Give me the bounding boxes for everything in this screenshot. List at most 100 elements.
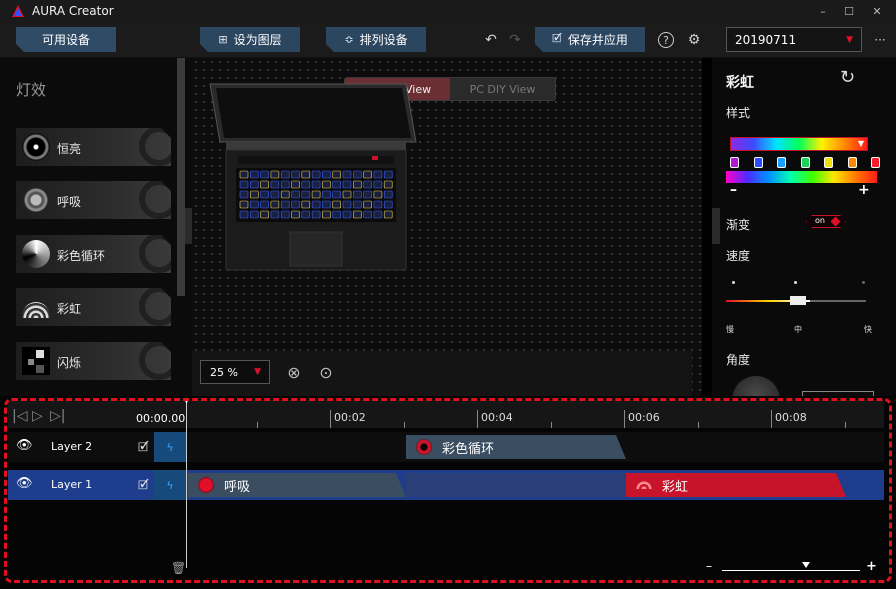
speed-mid-label: 中 [794,325,802,334]
color-style-select[interactable]: ▼ [730,137,868,151]
timeline-panel: |◁ ▷ ▷| 00:00.00 00:02 00:04 00:06 00:08 👁 … [0,396,896,589]
flash-icon [22,347,50,375]
color-stop-handle[interactable] [777,157,786,168]
save-apply-button[interactable]: 🗹 保存并应用 [535,27,645,52]
color-stop-handle[interactable] [824,157,833,168]
reset-icon[interactable]: ↻ [840,67,855,88]
color-stop-handle[interactable] [753,157,763,168]
gradient-toggle[interactable]: on [806,215,846,228]
fit-view-icon[interactable]: ⊗ [282,360,306,384]
available-devices-label: 可用设备 [41,33,90,47]
ruler-minor-tick [550,422,552,428]
visibility-eye-icon[interactable]: 👁 [16,439,34,452]
timeline-zoom-out[interactable]: – [706,559,712,573]
more-icon[interactable]: ··· [870,30,890,50]
color-stops [722,157,882,171]
chevron-down-icon: ▼ [857,139,864,148]
gradient-label: 渐变 [726,218,751,232]
ruler-minor-tick [844,422,846,428]
effect-title: 彩虹 [726,75,754,91]
clip-breathing[interactable]: 呼吸 [188,473,406,497]
close-button[interactable]: ✕ [862,0,892,22]
ruler-minor-tick [697,422,699,428]
rainbow-gradient-bar[interactable] [726,171,877,183]
color-stop-handle[interactable] [847,157,857,168]
skip-end-icon[interactable]: ▷| [50,408,65,424]
color-stop-handle[interactable] [730,157,739,168]
current-time: 00:00.00 [136,412,186,425]
right-collapse-handle[interactable] [712,208,720,244]
profile-select[interactable]: 20190711 ▼ [726,27,862,52]
effect-card-breathing[interactable]: 呼吸 [16,181,171,219]
laptop-illustration[interactable] [206,80,422,272]
angle-dial[interactable] [732,376,780,396]
save-apply-label: 保存并应用 [567,33,628,47]
color-cycle-icon [22,240,50,268]
effect-card-static[interactable]: 恒亮 [16,128,171,166]
layer-name: Layer 2 [51,440,93,453]
app-title: AURA Creator [32,4,114,18]
effects-scrollbar[interactable] [177,58,185,296]
layer-name: Layer 1 [51,478,93,491]
layer-row-layer-2[interactable]: 👁 Layer 2 🗹 ϟ 彩色循环 [8,432,884,462]
effect-card-color-cycle[interactable]: 彩色循环 [16,235,171,273]
card-decoration [139,286,179,326]
clip-color-cycle[interactable]: 彩色循环 [406,435,626,459]
speed-fast-label: 快 [864,325,872,334]
speed-slider-thumb[interactable] [790,296,806,305]
redo-icon[interactable]: ↷ [505,30,525,50]
bolt-icon[interactable]: ϟ [154,470,186,500]
layer-row-layer-1[interactable]: 👁 Layer 1 🗹 ϟ 呼吸 彩虹 [8,470,884,500]
static-icon [22,133,50,161]
effect-card-rainbow[interactable]: 彩虹 [16,288,171,326]
arrange-devices-button[interactable]: ≎ 排列设备 [326,27,426,52]
ruler-label: 00:08 [775,411,807,424]
card-decoration [139,233,179,273]
toggle-knob [831,217,841,227]
remove-stop-button[interactable]: – [730,182,737,198]
ruler-minor-tick [256,422,258,428]
timeline-zoom-slider[interactable] [722,570,860,571]
ruler-label: 00:06 [628,411,660,424]
effects-heading: 灯效 [16,81,47,99]
playhead[interactable] [186,398,187,568]
tab-pc-diy-view[interactable]: PC DIY View [450,78,555,100]
available-devices-button[interactable]: 可用设备 [16,27,116,52]
edit-icon[interactable]: 🗹 [138,476,149,497]
undo-icon[interactable]: ↶ [481,30,501,50]
breathing-icon [22,186,50,214]
color-stop-handle[interactable] [800,157,810,168]
play-icon[interactable]: ▷ [32,408,43,424]
card-decoration [139,179,179,219]
edit-icon[interactable]: 🗹 [138,438,149,459]
set-as-layer-label: 设为图层 [233,33,282,47]
style-label: 样式 [726,106,751,120]
effect-card-flash[interactable]: 闪烁 [16,342,171,380]
speed-dot [794,281,797,284]
zoom-value: 25 % [210,365,238,379]
set-as-layer-button[interactable]: ⊞ 设为图层 [200,27,300,52]
speed-slow-label: 慢 [726,325,734,334]
add-stop-button[interactable]: + [858,182,870,198]
clip-label: 彩色循环 [442,441,495,457]
visibility-eye-icon[interactable]: 👁 [16,477,34,490]
clip-rainbow[interactable]: 彩虹 [626,473,846,497]
timeline-zoom-thumb[interactable] [802,562,810,568]
locate-icon[interactable]: ⊙ [314,360,338,384]
timeline-zoom-in[interactable]: + [866,559,877,574]
canvas-toolbar: 25 % ▼ ⊗ ⊙ [192,351,692,396]
ruler-minor-tick [403,422,405,428]
maximize-button[interactable]: ☐ [834,0,864,22]
skip-start-icon[interactable]: |◁ [12,408,27,424]
device-canvas[interactable]: Device View PC DIY View 25 % ▼ ⊗ ⊙ [192,58,702,396]
trash-icon[interactable]: 🗑 [171,561,186,575]
speed-dot [732,281,735,284]
help-icon[interactable]: ? [658,32,674,48]
bolt-icon[interactable]: ϟ [154,432,186,462]
zoom-select[interactable]: 25 % ▼ [200,360,270,384]
toolbar: 可用设备 ⊞ 设为图层 ≎ 排列设备 ↶ ↷ 🗹 保存并应用 ? ⚙ 20190… [0,22,896,58]
settings-icon[interactable]: ⚙ [684,30,704,50]
rainbow-icon [636,481,652,489]
effect-properties-panel: 彩虹 ↻ 样式 ▼ – + 渐变 on 速度 慢 中 快 角度 [712,58,896,396]
color-stop-handle[interactable] [871,157,880,168]
